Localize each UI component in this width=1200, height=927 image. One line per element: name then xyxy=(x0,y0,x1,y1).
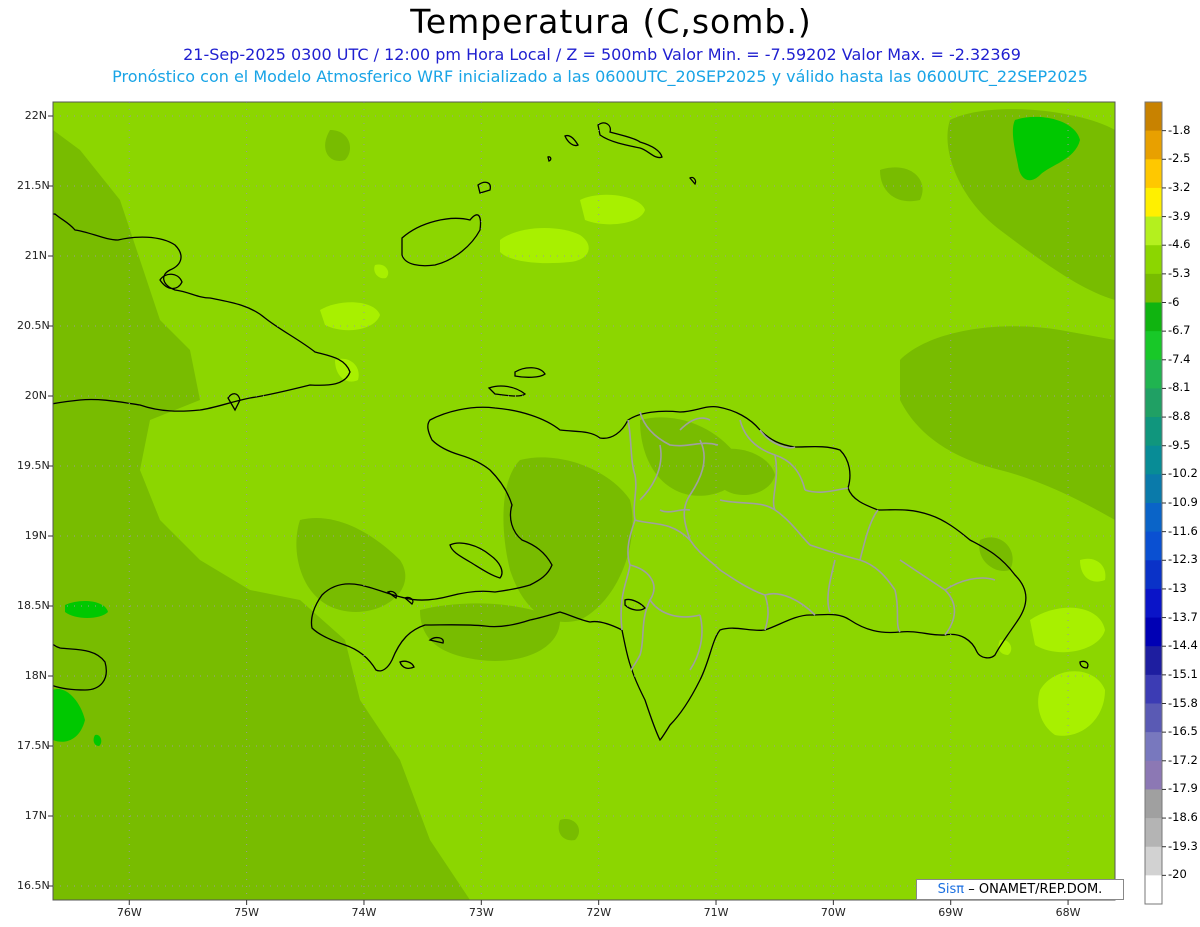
legend-swatch xyxy=(1145,875,1162,905)
legend-swatch xyxy=(1145,503,1162,533)
legend-swatch xyxy=(1145,703,1162,733)
latitude-label: 20N xyxy=(24,389,47,402)
legend-label: -18.6 xyxy=(1168,810,1198,825)
legend-swatch xyxy=(1145,388,1162,418)
longitude-label: 75W xyxy=(234,906,260,919)
legend-swatch xyxy=(1145,531,1162,561)
legend-label: -13.7 xyxy=(1168,609,1198,624)
legend-label: -9.5 xyxy=(1168,437,1191,452)
longitude-label: 73W xyxy=(468,906,494,919)
credit-text: – ONAMET/REP.DOM. xyxy=(968,882,1103,897)
latitude-label: 19.5N xyxy=(17,459,50,472)
legend-label: -8.8 xyxy=(1168,409,1191,424)
legend-swatch xyxy=(1145,646,1162,676)
legend-label: -17.2 xyxy=(1168,752,1198,767)
latitude-label: 17N xyxy=(24,809,47,822)
legend-swatch xyxy=(1145,674,1162,704)
legend-swatch xyxy=(1145,789,1162,819)
legend-swatch xyxy=(1145,846,1162,876)
longitude-label: 68W xyxy=(1055,906,1081,919)
legend-label: -16.5 xyxy=(1168,724,1198,739)
legend-swatch xyxy=(1145,818,1162,848)
legend-swatch xyxy=(1145,445,1162,475)
legend-swatch xyxy=(1145,273,1162,303)
legend-label: -6.7 xyxy=(1168,323,1191,338)
legend-label: -10.9 xyxy=(1168,495,1198,509)
legend-label: -7.4 xyxy=(1168,351,1191,366)
legend-swatch xyxy=(1145,732,1162,762)
legend-swatch xyxy=(1145,474,1162,504)
legend-swatch xyxy=(1145,331,1162,361)
latitude-label: 21.5N xyxy=(17,179,50,192)
legend-label: -11.6 xyxy=(1168,523,1198,538)
legend-swatch xyxy=(1145,359,1162,389)
longitude-label: 70W xyxy=(820,906,846,919)
latitude-label: 17.5N xyxy=(17,739,50,752)
legend-label: -15.1 xyxy=(1168,666,1198,681)
legend-swatch xyxy=(1145,588,1162,619)
latitude-label: 20.5N xyxy=(17,319,50,332)
legend-swatch xyxy=(1145,560,1162,590)
legend-label: -5.3 xyxy=(1168,265,1191,280)
legend-swatch xyxy=(1145,617,1162,647)
legend-label: -17.9 xyxy=(1168,781,1198,796)
latitude-label: 18N xyxy=(24,669,47,682)
longitude-label: 74W xyxy=(351,906,377,919)
legend-label: -10.2 xyxy=(1168,466,1198,481)
legend-label: -3.2 xyxy=(1168,179,1191,194)
longitude-label: 76W xyxy=(116,906,142,919)
legend-swatch xyxy=(1145,187,1162,218)
longitude-label: 72W xyxy=(586,906,612,919)
legend-label: -20 xyxy=(1168,867,1187,882)
latitude-label: 21N xyxy=(24,249,47,262)
legend-swatch xyxy=(1145,417,1162,447)
legend-swatch xyxy=(1145,302,1162,332)
legend-label: -4.6 xyxy=(1168,237,1191,252)
legend-label: -1.8 xyxy=(1168,122,1191,137)
credit-box: Sisπ – ONAMET/REP.DOM. xyxy=(916,879,1124,900)
longitude-label: 69W xyxy=(938,906,964,919)
legend-label: -15.8 xyxy=(1168,695,1198,710)
legend-swatch xyxy=(1145,760,1162,790)
legend-swatch xyxy=(1145,245,1162,275)
legend-label: -19.3 xyxy=(1168,838,1198,853)
legend-swatch xyxy=(1145,216,1162,246)
temperature-map xyxy=(48,101,1166,905)
latitude-label: 16.5N xyxy=(17,879,50,892)
legend-swatch xyxy=(1145,102,1162,132)
legend-label: -12.3 xyxy=(1168,552,1198,567)
legend-swatch xyxy=(1145,159,1162,189)
legend-label: -13 xyxy=(1168,580,1187,595)
legend-label: -8.1 xyxy=(1168,380,1191,395)
legend-label: -3.9 xyxy=(1168,208,1191,223)
credit-logo-text: Sisπ xyxy=(937,882,965,897)
legend-swatch xyxy=(1145,130,1162,160)
legend-label: -2.5 xyxy=(1168,151,1191,166)
legend-label: -14.4 xyxy=(1168,638,1198,653)
longitude-label: 71W xyxy=(703,906,729,919)
latitude-label: 22N xyxy=(24,109,47,122)
color-legend-bar xyxy=(1144,101,1166,905)
legend-label: -6 xyxy=(1168,294,1180,309)
latitude-label: 18.5N xyxy=(17,599,50,612)
latitude-label: 19N xyxy=(24,529,47,542)
